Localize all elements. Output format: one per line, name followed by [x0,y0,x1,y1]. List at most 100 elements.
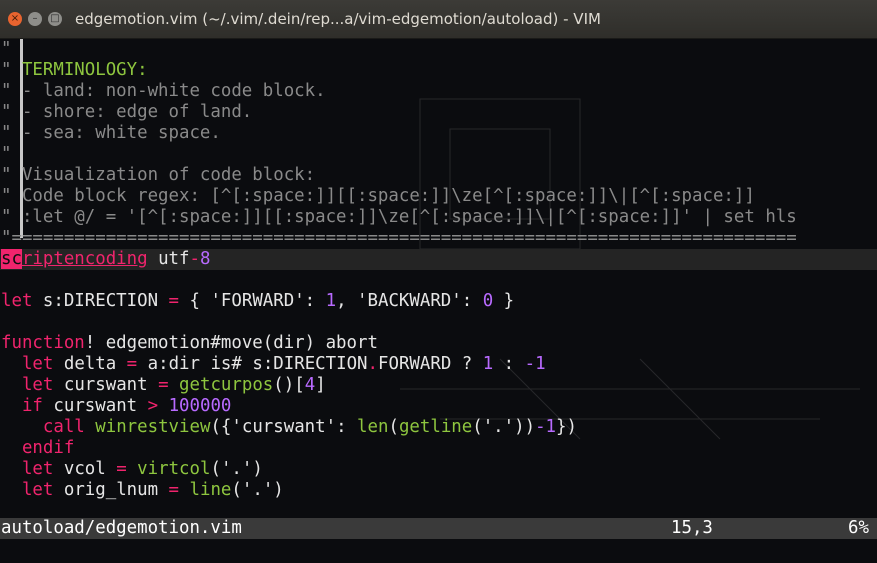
minimize-button[interactable]: – [28,12,42,26]
buffer-line[interactable]: scriptencoding utf-8 [0,249,877,270]
buffer-line[interactable]: " Code block regex: [^[:space:]][[:space… [0,186,877,207]
code-token: ()[ [273,375,305,395]
buffer-line[interactable]: function! edgemotion#move(dir) abort [0,333,877,354]
code-token: riptencoding [21,249,148,269]
code-token: . [367,354,378,374]
code-token: winrestview [95,417,211,437]
code-token: ( [388,417,399,437]
code-token: ('.') [210,459,263,479]
code-token: utf [147,249,190,269]
code-token: > [147,396,159,416]
code-token: function [1,333,85,353]
status-cursor-position: 15,3 [671,518,713,538]
code-token: , 'BACKWARD': [336,291,483,311]
code-token: line [189,480,232,500]
code-token: 1 [325,291,337,311]
code-token: ('.') [231,480,284,500]
code-token: is# [210,354,242,374]
code-token: -1 [524,354,546,374]
code-token: curswant [53,375,159,395]
code-token: TERMINOLOGY: [21,60,148,80]
maximize-button[interactable]: □ [48,12,62,26]
buffer-line[interactable]: let vcol = virtcol('.') [0,459,877,480]
code-token: orig_lnum [53,480,169,500]
buffer-line[interactable]: " TERMINOLOGY: [0,60,877,81]
vim-editor[interactable]: " " TERMINOLOGY: " - land: non-white code … [0,39,877,563]
buffer-line[interactable]: " [0,39,877,60]
code-token: curswant [42,396,148,416]
code-token: "=======================================… [1,228,797,248]
code-token: = [126,354,138,374]
code-token: = [168,480,180,500]
buffer-line[interactable]: let curswant = getcurpos()[4] [0,375,877,396]
buffer-line[interactable]: call winrestview({'curswant': len(getlin… [0,417,877,438]
code-token: sc [1,249,22,269]
code-token: let [21,375,54,395]
code-token: ! edgemotion#move(dir) abort [84,333,378,353]
buffer-line[interactable] [0,312,877,333]
buffer-line[interactable]: let orig_lnum = line('.') [0,480,877,501]
code-token: 4 [304,375,316,395]
status-line: autoload/edgemotion.vim 15,3 6% [0,518,877,539]
buffer-line[interactable]: " - land: non-white code block. [0,81,877,102]
code-token: let [1,291,33,311]
code-token: FORWARD ? [378,354,483,374]
buffer-line[interactable]: " [0,144,877,165]
code-token: let [21,480,54,500]
code-token: getcurpos [179,375,274,395]
buffer-line[interactable]: " Visualization of code block: [0,165,877,186]
code-token: virtcol [137,459,211,479]
buffer-line[interactable]: " - shore: edge of land. [0,102,877,123]
code-token: len [357,417,389,437]
code-token: - [189,249,200,269]
code-token: endif [21,438,75,458]
code-token: call [42,417,85,437]
code-token: = [116,459,127,479]
code-token: 100000 [168,396,232,416]
code-token: -1 [535,417,557,437]
buffer-line[interactable]: let delta = a:dir is# s:DIRECTION.FORWAR… [0,354,877,375]
buffer-text[interactable]: " " TERMINOLOGY: " - land: non-white code … [0,39,877,522]
code-token: getline [398,417,473,437]
code-token: = [158,375,169,395]
window-titlebar: × – □ edgemotion.vim (~/.vim/.dein/rep..… [0,0,877,39]
buffer-line[interactable]: " :let @/ = '[^[:space:]][[:space:]]\ze[… [0,207,877,228]
buffer-line[interactable]: if curswant > 100000 [0,396,877,417]
buffer-line[interactable]: "=======================================… [0,228,877,249]
close-button[interactable]: × [8,12,22,26]
code-token: " [1,60,22,80]
buffer-line[interactable]: " - sea: white space. [0,123,877,144]
code-token: 1 [482,354,494,374]
code-token: " [1,39,12,59]
window-title: edgemotion.vim (~/.vim/.dein/rep...a/vim… [75,10,601,28]
buffer-line[interactable]: endif [0,438,877,459]
code-token: let [21,354,54,374]
code-token: : [493,354,525,374]
code-token: }) [556,417,577,437]
command-line[interactable] [0,539,877,563]
buffer-line[interactable]: let s:DIRECTION = { 'FORWARD': 1, 'BACKW… [0,291,877,312]
code-token: " :let @/ = '[^[:space:]][[:space:]]\ze[… [1,207,797,227]
code-token: let [21,459,54,479]
code-token: 0 [482,291,494,311]
code-token: { 'FORWARD': [179,291,326,311]
code-token: " - sea: white space. [1,123,221,143]
code-token: delta [53,354,127,374]
code-token: s:DIRECTION [241,354,368,374]
buffer-line[interactable] [0,270,877,291]
code-token: " - shore: edge of land. [1,102,253,122]
status-scroll-percent: 6% [848,518,869,538]
window-controls: × – □ [8,12,62,26]
code-token: = [168,291,180,311]
code-token: a:dir [137,354,211,374]
code-token: " [1,144,12,164]
